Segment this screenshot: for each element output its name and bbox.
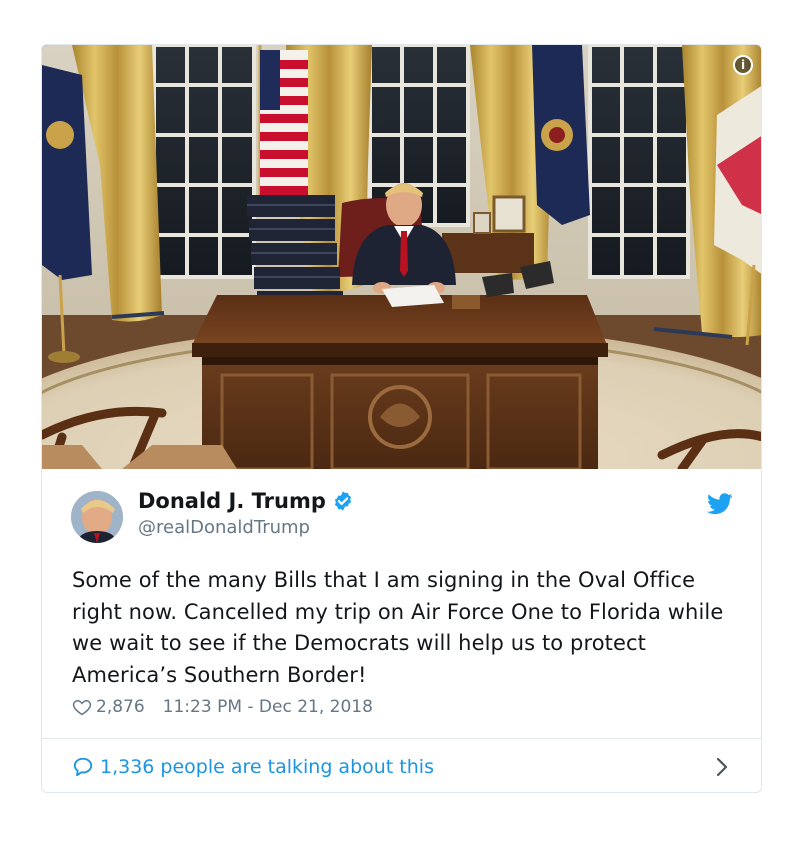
author-name-row[interactable]: Donald J. Trump (138, 489, 354, 513)
avatar-image (71, 491, 123, 543)
avatar[interactable] (71, 491, 123, 543)
author-name: Donald J. Trump (138, 489, 326, 513)
verified-badge-icon (334, 491, 351, 511)
heart-icon[interactable] (72, 697, 92, 717)
embedded-tweet-card: i Donald J. Trump @realDonaldTrump Some … (41, 44, 762, 793)
tweet-timestamp[interactable]: 11:23 PM - Dec 21, 2018 (163, 697, 373, 717)
twitter-bird-icon[interactable] (707, 493, 733, 515)
tweet-header: Donald J. Trump @realDonaldTrump (42, 469, 761, 559)
oval-office-photo (42, 45, 761, 469)
author-handle[interactable]: @realDonaldTrump (138, 517, 310, 538)
info-icon[interactable]: i (733, 55, 753, 75)
speech-bubble-icon (73, 757, 93, 776)
talking-about-text: 1,336 people are talking about this (100, 755, 434, 778)
conversation-link[interactable]: 1,336 people are talking about this (42, 739, 761, 792)
like-count[interactable]: 2,876 (96, 697, 145, 717)
tweet-meta: 2,876 11:23 PM - Dec 21, 2018 (72, 697, 373, 717)
chevron-right-icon[interactable] (715, 757, 729, 777)
tweet-photo[interactable]: i (42, 45, 761, 469)
tweet-text: Some of the many Bills that I am signing… (72, 568, 724, 687)
